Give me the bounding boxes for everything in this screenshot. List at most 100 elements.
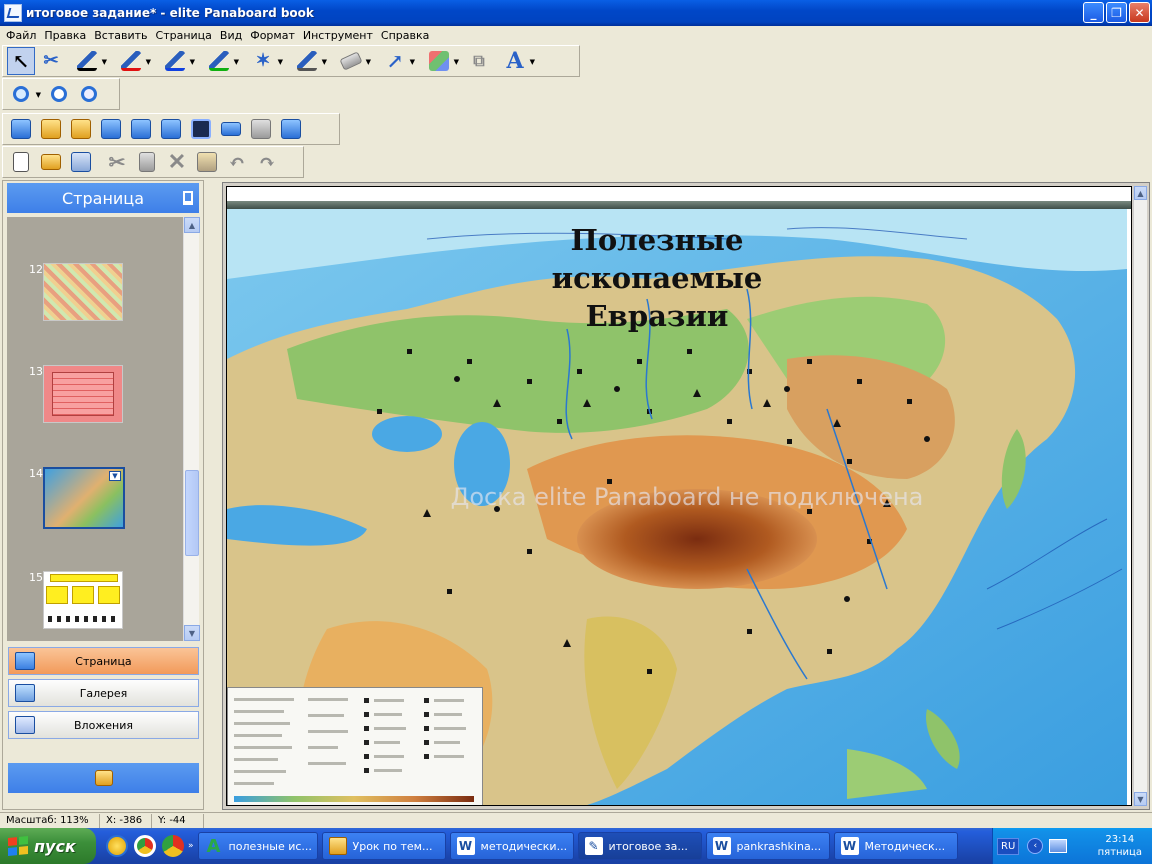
task-button-0[interactable]: A полезные ис...: [197, 832, 318, 860]
pen-black-button[interactable]: ▼: [73, 47, 107, 75]
save-button[interactable]: [67, 148, 95, 176]
thumbnail-menu-icon[interactable]: ▼: [109, 471, 121, 481]
pen-red-button[interactable]: ▼: [117, 47, 151, 75]
task-button-4[interactable]: W pankrashkina...: [705, 832, 830, 860]
chevron-down-icon[interactable]: ▼: [36, 91, 41, 99]
next-page-button[interactable]: [67, 115, 95, 143]
chevron-down-icon[interactable]: ▼: [410, 58, 415, 66]
add-page-button[interactable]: [7, 115, 35, 143]
eraser-button[interactable]: ▼: [337, 47, 371, 75]
quick-launch-more-icon[interactable]: »: [188, 841, 194, 851]
zoom-out-button[interactable]: [75, 80, 103, 108]
start-button[interactable]: пуск: [0, 828, 96, 864]
tab-gallery[interactable]: Галерея: [8, 679, 199, 707]
thumbnail-number: 13: [29, 365, 43, 378]
camera-button[interactable]: [97, 115, 125, 143]
chevron-down-icon[interactable]: ▼: [530, 58, 535, 66]
close-icon: ✕: [1134, 5, 1145, 20]
menu-page[interactable]: Страница: [152, 29, 216, 42]
restore-button[interactable]: ❐: [1106, 2, 1127, 23]
capture-window-button[interactable]: [157, 115, 185, 143]
redo-button[interactable]: ↷: [253, 148, 281, 176]
scroll-thumb[interactable]: [185, 470, 199, 556]
delete-button[interactable]: ✕: [163, 148, 191, 176]
chevron-down-icon[interactable]: ▼: [366, 58, 371, 66]
menu-tools[interactable]: Инструмент: [299, 29, 377, 42]
whiteboard-canvas[interactable]: Полезные ископаемые Евразии Доска elite …: [226, 186, 1132, 806]
menu-format[interactable]: Формат: [246, 29, 299, 42]
menu-insert[interactable]: Вставить: [90, 29, 151, 42]
capture-screen-button[interactable]: [127, 115, 155, 143]
scroll-down-icon[interactable]: ▼: [1134, 792, 1147, 806]
scroll-up-icon[interactable]: ▲: [184, 217, 200, 233]
group-button[interactable]: ⧉: [465, 47, 493, 75]
prev-page-button[interactable]: [37, 115, 65, 143]
page-thumbnail-12[interactable]: [43, 263, 123, 321]
browser-icon[interactable]: [134, 835, 156, 857]
chevron-down-icon[interactable]: ▼: [322, 58, 327, 66]
open-file-button[interactable]: [37, 148, 65, 176]
app-task-icon: A: [206, 835, 221, 857]
tab-attachments[interactable]: Вложения: [8, 711, 199, 739]
task-button-5[interactable]: W Методическ...: [833, 832, 958, 860]
chevron-down-icon[interactable]: ▼: [102, 58, 107, 66]
browser-alt-icon[interactable]: [162, 835, 184, 857]
zoom-in-button[interactable]: [45, 80, 73, 108]
chevron-down-icon[interactable]: ▼: [234, 58, 239, 66]
thumbnail-scrollbar[interactable]: ▲ ▼: [183, 217, 200, 641]
shape-tool-button[interactable]: ▼: [425, 47, 459, 75]
pen-gray-button[interactable]: ▼: [293, 47, 327, 75]
task-button-2[interactable]: W методически...: [449, 832, 574, 860]
page-thumbnail-13[interactable]: [43, 365, 123, 423]
menu-edit[interactable]: Правка: [40, 29, 90, 42]
thumbnail-list[interactable]: 12 13 14 ▼ 15: [7, 217, 183, 641]
chevron-down-icon[interactable]: ▼: [278, 58, 283, 66]
fullscreen-button[interactable]: [277, 115, 305, 143]
eurasia-map-image[interactable]: Полезные ископаемые Евразии Доска elite …: [227, 209, 1127, 805]
task-button-3[interactable]: ✎ итоговое за...: [577, 832, 702, 860]
network-icon[interactable]: [1049, 839, 1068, 853]
page-thumbnail-15[interactable]: [43, 571, 123, 629]
keyboard-button[interactable]: [217, 115, 245, 143]
chevron-down-icon[interactable]: ▼: [146, 58, 151, 66]
tab-page[interactable]: Страница: [8, 647, 199, 675]
email-app-icon[interactable]: [106, 835, 128, 857]
undo-button[interactable]: ↶: [223, 148, 251, 176]
legend-symbol: [364, 698, 369, 703]
page-thumbnail-14[interactable]: ▼: [43, 467, 125, 529]
tray-expand-icon[interactable]: ‹: [1027, 838, 1044, 854]
menu-view[interactable]: Вид: [216, 29, 246, 42]
chevron-down-icon[interactable]: ▼: [190, 58, 195, 66]
cut-icon: ✂: [108, 150, 126, 174]
highlighter-button[interactable]: ✶ ▼: [249, 47, 283, 75]
close-button[interactable]: ✕: [1129, 2, 1150, 23]
menu-help[interactable]: Справка: [377, 29, 433, 42]
copy-button[interactable]: [133, 148, 161, 176]
task-button-1[interactable]: Урок по тем...: [321, 832, 446, 860]
legend-row: [374, 741, 400, 744]
pen-gray-icon: [297, 51, 317, 71]
menu-file[interactable]: Файл: [2, 29, 40, 42]
zoom-button[interactable]: ▼: [7, 80, 41, 108]
pen-green-button[interactable]: ▼: [205, 47, 239, 75]
clock[interactable]: 23:14 пятница: [1098, 833, 1142, 859]
paste-button[interactable]: [193, 148, 221, 176]
minimize-button[interactable]: _: [1083, 2, 1104, 23]
scroll-up-icon[interactable]: ▲: [1134, 186, 1147, 200]
language-indicator[interactable]: RU: [997, 837, 1020, 855]
text-tool-button[interactable]: A ▼: [501, 47, 535, 75]
canvas-scrollbar[interactable]: ▲ ▼: [1133, 186, 1147, 806]
screen-button[interactable]: [187, 115, 215, 143]
select-tool-button[interactable]: ↖: [7, 47, 35, 75]
scissors-select-button[interactable]: ✂: [37, 47, 65, 75]
line-tool-button[interactable]: ↗ ▼: [381, 47, 415, 75]
new-file-button[interactable]: [7, 148, 35, 176]
stamp-button[interactable]: [247, 115, 275, 143]
app-icon[interactable]: [4, 4, 22, 22]
cut-button[interactable]: ✂: [103, 148, 131, 176]
chevron-down-icon[interactable]: ▼: [454, 58, 459, 66]
panel-options-button[interactable]: [8, 763, 199, 793]
pen-blue-button[interactable]: ▼: [161, 47, 195, 75]
pin-icon[interactable]: [183, 191, 193, 205]
scroll-down-icon[interactable]: ▼: [184, 625, 200, 641]
